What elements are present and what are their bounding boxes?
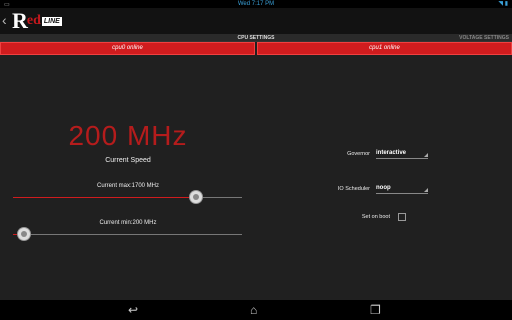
spinner-arrow-icon: [424, 188, 428, 192]
logo-r: R: [12, 8, 28, 33]
cpu0-toggle[interactable]: cpu0 online: [0, 42, 255, 55]
nav-recents-icon[interactable]: ❐: [370, 303, 381, 317]
max-frequency-slider[interactable]: [13, 191, 242, 203]
current-speed-value: 200 MHz: [68, 120, 188, 151]
navigation-bar: ↩ ⌂ ❐: [0, 300, 512, 320]
status-clock: Wed 7:17 PM: [237, 1, 275, 7]
max-slider-label: Current max:1700 MHz: [96, 183, 160, 189]
max-slider-fill: [13, 197, 197, 198]
min-slider-thumb[interactable]: [18, 228, 31, 240]
cpu1-toggle[interactable]: cpu1 online: [257, 42, 512, 55]
set-on-boot-checkbox[interactable]: [398, 213, 406, 221]
app-logo[interactable]: R ed LINE: [12, 8, 72, 33]
logo-line: LINE: [41, 16, 62, 26]
governor-spinner[interactable]: interactive: [376, 148, 428, 159]
nav-back-icon[interactable]: ↩: [128, 303, 138, 317]
spinner-arrow-icon: [424, 153, 428, 157]
battery-icon: ▮: [504, 1, 508, 7]
io-scheduler-value: noop: [376, 185, 391, 191]
io-scheduler-label: IO Scheduler: [337, 186, 370, 192]
current-speed-label: Current Speed: [105, 157, 151, 164]
min-frequency-slider[interactable]: [13, 228, 242, 240]
min-slider-label: Current min:200 MHz: [99, 220, 157, 226]
max-slider-thumb[interactable]: [190, 191, 203, 203]
governor-label: Governor: [347, 151, 370, 157]
status-bar: ▭ Wed 7:17 PM ◥ ▮: [0, 0, 512, 8]
io-scheduler-spinner[interactable]: noop: [376, 183, 428, 194]
logo-ed: ed: [26, 13, 41, 28]
nav-home-icon[interactable]: ⌂: [250, 303, 257, 317]
wifi-battery-icons: ◥ ▮: [498, 0, 508, 8]
back-chevron-icon[interactable]: ‹: [2, 12, 7, 28]
action-bar: ‹ R ed LINE: [0, 8, 512, 34]
wifi-icon: ◥: [498, 1, 504, 7]
set-on-boot-label: Set on boot: [361, 214, 390, 220]
governor-value: interactive: [376, 150, 407, 156]
